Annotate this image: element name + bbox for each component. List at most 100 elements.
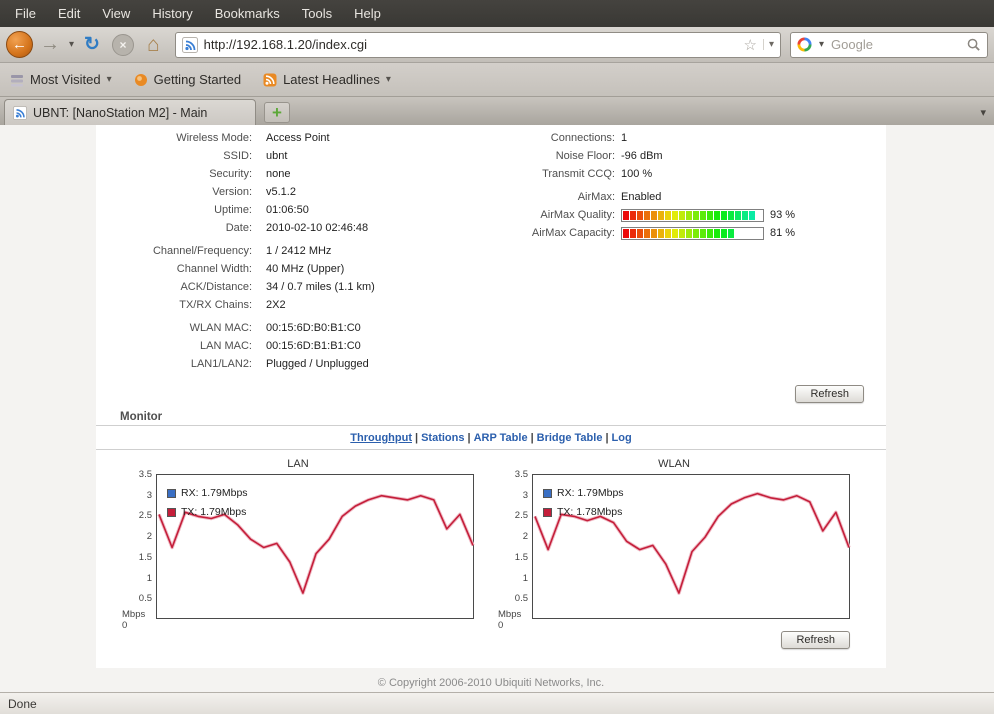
menu-history[interactable]: History [141,1,203,26]
legend-entry: TX: 1.78Mbps [543,506,624,518]
status-row: ACK/Distance:34 / 0.7 miles (1.1 km) [96,278,466,296]
airmax-bar-segment [651,211,657,220]
forward-button[interactable]: → [36,33,64,56]
field-label: LAN1/LAN2: [96,355,266,373]
airmax-bar-segment [686,229,692,238]
most-visited-icon [10,73,24,87]
tab-ubnt-main[interactable]: UBNT: [NanoStation M2] - Main [4,99,256,125]
status-row: SSID:ubnt [96,147,466,165]
home-button[interactable]: ⌂ [141,33,166,57]
search-magnifier-icon[interactable] [966,37,981,52]
link-separator: | [602,432,611,444]
chevron-down-icon: ▾ [107,74,112,85]
back-button[interactable]: ← [6,31,33,58]
legend-swatch [167,508,176,517]
bookmark-star-icon[interactable]: ☆ [744,36,757,54]
bookmark-label: Latest Headlines [283,72,380,87]
y-tick-label: 2.5 [515,510,528,521]
bookmark-most-visited[interactable]: Most Visited ▾ [10,72,112,87]
chart-y-axis: 3.532.521.510.5Mbps 0 [498,474,532,619]
airmax-bar-segment [644,229,650,238]
field-label: Noise Floor: [466,147,621,165]
legend-label: RX: 1.79Mbps [181,487,248,499]
airmax-bar-segment [658,211,664,220]
link-throughput[interactable]: Throughput [350,432,412,444]
menu-edit[interactable]: Edit [47,1,91,26]
status-row: Security:none [96,165,466,183]
url-dropdown-icon[interactable]: ▾ [763,39,774,50]
status-row: TX/RX Chains:2X2 [96,296,466,314]
airmax-capacity-percent: 81 % [770,224,795,242]
airmax-bar-segment [693,211,699,220]
link-separator: | [528,432,537,444]
status-area: Wireless Mode:Access Point SSID:ubnt Sec… [96,129,886,373]
airmax-bar-segment [637,229,643,238]
field-label: Security: [96,165,266,183]
link-stations[interactable]: Stations [421,432,464,444]
status-refresh-button[interactable]: Refresh [795,385,864,403]
menu-file[interactable]: File [4,1,47,26]
field-label: ACK/Distance: [96,278,266,296]
search-input[interactable]: Google [831,37,961,52]
new-tab-button[interactable]: + [264,102,290,123]
tab-list-dropdown-icon[interactable]: ▾ [980,106,986,119]
airmax-bar-segment [714,211,720,220]
bookmark-latest-headlines[interactable]: Latest Headlines ▾ [263,72,391,87]
field-label: WLAN MAC: [96,319,266,337]
field-value: ubnt [266,147,287,165]
monitor-refresh-button[interactable]: Refresh [781,631,850,649]
link-bridge-table[interactable]: Bridge Table [537,432,603,444]
field-label: TX/RX Chains: [96,296,266,314]
status-refresh-row: Refresh [96,385,886,403]
airmax-bar-segment [623,229,629,238]
field-label: Version: [96,183,266,201]
airmax-bar-segment [721,229,727,238]
legend-swatch [543,508,552,517]
airmax-bar-segment [623,211,629,220]
link-log[interactable]: Log [612,432,632,444]
menu-tools[interactable]: Tools [291,1,343,26]
y-tick-label: 1.5 [515,552,528,563]
reload-button[interactable]: ↻ [79,33,105,56]
chevron-down-icon: ▾ [386,74,391,85]
field-label: Transmit CCQ: [466,165,621,183]
link-separator: | [464,432,473,444]
legend-swatch [543,489,552,498]
airmax-bar-segment [735,211,741,220]
airmax-bar-segment [749,211,755,220]
legend-swatch [167,489,176,498]
bookmark-label: Most Visited [30,72,101,87]
field-value: 00:15:6D:B0:B1:C0 [266,319,361,337]
stop-button[interactable]: × [112,34,134,56]
field-label: Channel Width: [96,260,266,278]
lan-throughput-chart: LAN3.532.521.510.5Mbps 0RX: 1.79MbpsTX: … [122,458,474,619]
menu-help[interactable]: Help [343,1,392,26]
menu-view[interactable]: View [91,1,141,26]
link-arp-table[interactable]: ARP Table [474,432,528,444]
airmax-bar-segment [665,211,671,220]
airmax-bar-segment [714,229,720,238]
menu-bar: File Edit View History Bookmarks Tools H… [0,0,994,27]
airmax-bar-segment [651,229,657,238]
airmax-bar-segment [728,229,734,238]
airmax-capacity-row: AirMax Capacity: 81 % [466,224,886,242]
field-value: 2010-02-10 02:46:48 [266,219,368,237]
url-text[interactable]: http://192.168.1.20/index.cgi [204,37,738,52]
y-tick-label: 2.5 [139,510,152,521]
menu-bookmarks[interactable]: Bookmarks [204,1,291,26]
y-tick-label: 3 [147,490,152,501]
status-row: Channel Width:40 MHz (Upper) [96,260,466,278]
chart-title: LAN [122,458,474,470]
search-engine-dropdown-icon[interactable]: ▾ [817,39,826,50]
airmax-bar-segment [756,211,762,220]
field-label: Uptime: [96,201,266,219]
search-box[interactable]: ▾ Google [790,32,988,58]
airmax-quality-percent: 93 % [770,206,795,224]
history-dropdown-icon[interactable]: ▾ [67,39,76,50]
bookmark-label: Getting Started [154,72,241,87]
field-value: 40 MHz (Upper) [266,260,344,278]
legend-label: RX: 1.79Mbps [557,487,624,499]
field-value: 1 [621,129,627,147]
bookmark-getting-started[interactable]: Getting Started [134,72,241,87]
url-bar[interactable]: http://192.168.1.20/index.cgi ☆ ▾ [175,32,781,58]
